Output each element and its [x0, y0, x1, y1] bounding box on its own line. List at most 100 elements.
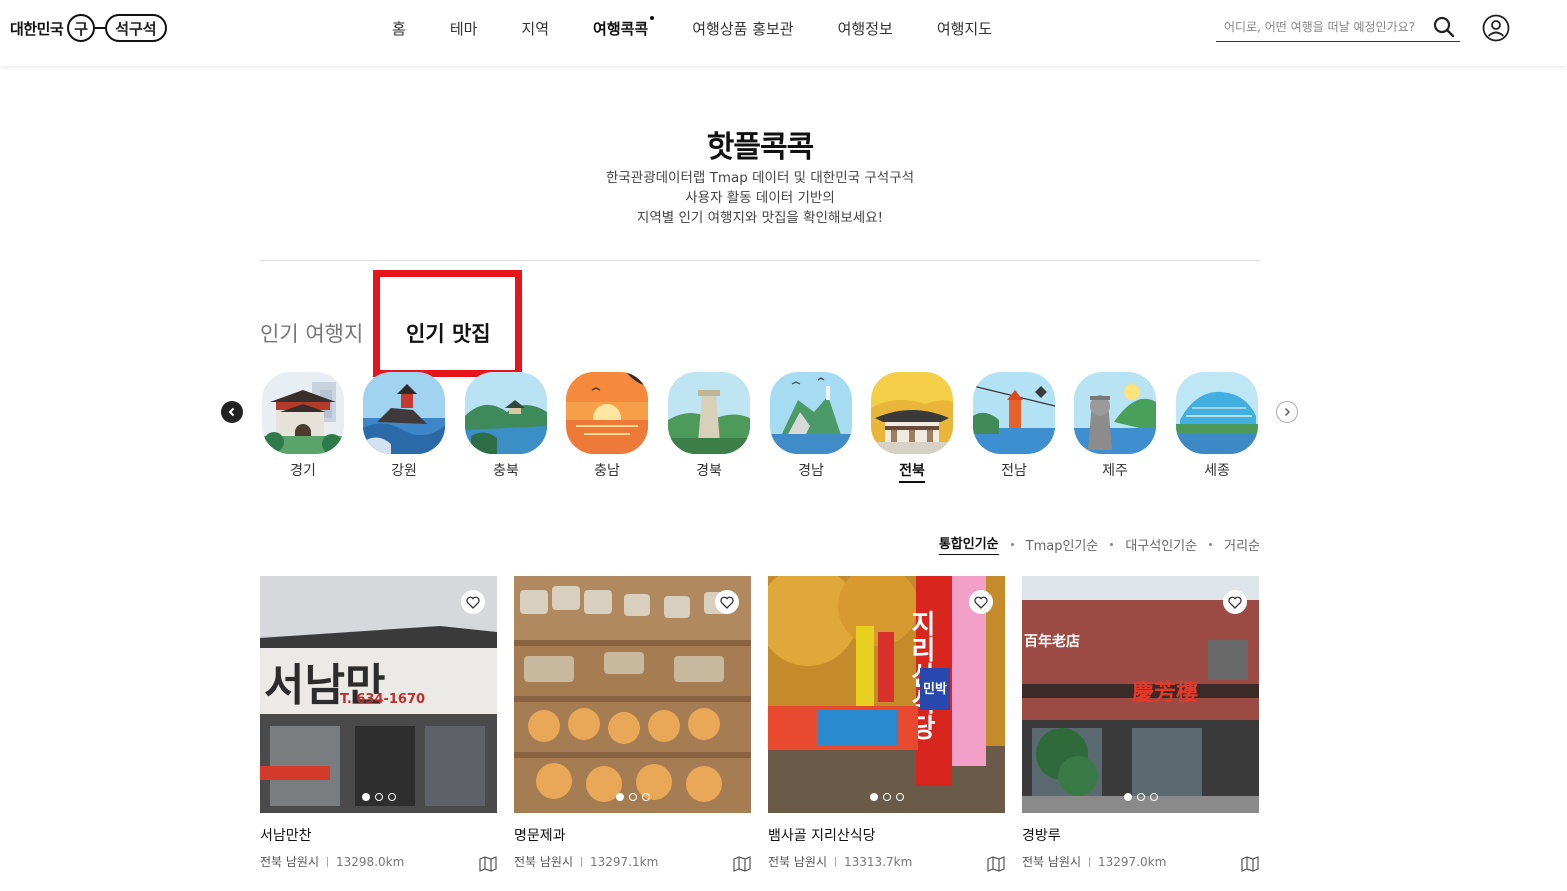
sort-site-popularity[interactable]: 대구석인기순 — [1125, 535, 1197, 554]
restaurant-distance: 13298.0km — [336, 854, 405, 869]
site-logo[interactable]: 대한민국 구 석구석 — [10, 12, 167, 44]
map-icon[interactable] — [733, 856, 751, 872]
meta-separator — [327, 856, 329, 867]
region-label: 충남 — [594, 463, 620, 479]
restaurant-card: 지리산식당 민박 뱀사골 지리산식당 전북 남원시 13313.7km — [768, 576, 1005, 872]
carousel-dot[interactable] — [1149, 793, 1158, 801]
carousel-dot[interactable] — [615, 793, 624, 801]
nav-item-region[interactable]: 지역 — [521, 18, 549, 39]
map-icon[interactable] — [987, 856, 1005, 872]
nav-item-home[interactable]: 홈 — [392, 18, 406, 39]
restaurant-card: 명문제과 전북 남원시 13297.1km — [514, 576, 751, 872]
region-item-chungnam[interactable]: 충남 — [566, 372, 648, 480]
region-prev-button[interactable] — [221, 401, 243, 423]
description-line: 사용자 활동 데이터 기반의 — [685, 190, 835, 206]
sort-distance[interactable]: 거리순 — [1224, 535, 1260, 554]
region-item-jeju[interactable]: 제주 — [1074, 372, 1156, 480]
favorite-button[interactable] — [461, 590, 485, 614]
nav-item-hotplace-label: 여행콕콕 — [593, 19, 649, 38]
logo-mark-pill: 석구석 — [105, 14, 167, 42]
description-line: 한국관광데이터랩 Tmap 데이터 및 대한민국 구석구석 — [605, 170, 915, 186]
description-line: 지역별 인기 여행지와 맛집을 확인해보세요! — [636, 210, 884, 226]
region-label: 전남 — [1001, 463, 1027, 479]
region-item-jeonbuk[interactable]: 전북 — [871, 372, 953, 483]
nav-item-promotion[interactable]: 여행상품 홍보관 — [692, 18, 793, 39]
region-label: 세종 — [1204, 463, 1230, 479]
restaurant-name[interactable]: 명문제과 — [514, 825, 751, 845]
restaurant-region: 전북 남원시 — [514, 855, 574, 869]
logo-mark: 구 석구석 — [67, 14, 167, 42]
section-divider — [260, 260, 1260, 261]
region-item-gyeongbuk[interactable]: 경북 — [668, 372, 750, 480]
restaurant-region: 전북 남원시 — [768, 855, 828, 869]
restaurant-card: 서남만 T. 634-1670 서남만찬 전북 남원시 13298.0km — [260, 576, 497, 872]
page-title: 핫플콕콕 — [706, 130, 814, 165]
restaurant-name[interactable]: 경방루 — [1022, 825, 1259, 845]
search-input[interactable] — [1216, 19, 1428, 34]
region-item-jeonnam[interactable]: 전남 — [973, 372, 1055, 480]
carousel-dot[interactable] — [628, 793, 637, 801]
carousel-dot[interactable] — [387, 793, 396, 801]
favorite-button[interactable] — [715, 590, 739, 614]
favorite-button[interactable] — [1223, 590, 1247, 614]
carousel-dot[interactable] — [895, 793, 904, 801]
region-jeju-image — [1074, 372, 1156, 454]
carousel-dot[interactable] — [361, 793, 370, 801]
restaurant-photo[interactable]: 百年老店 慶芳樓 — [1022, 576, 1259, 813]
meta-separator — [1089, 856, 1091, 867]
chevron-right-icon — [1285, 408, 1290, 416]
new-dot-indicator — [650, 15, 655, 20]
carousel-dot[interactable] — [882, 793, 891, 801]
carousel-dots — [768, 793, 1005, 801]
heart-icon — [466, 596, 480, 609]
carousel-dot[interactable] — [374, 793, 383, 801]
map-icon[interactable] — [1241, 856, 1259, 872]
nav-item-travel-info[interactable]: 여행정보 — [838, 18, 893, 39]
region-jeonnam-image — [973, 372, 1055, 454]
sort-integrated-popularity[interactable]: 통합인기순 — [938, 533, 999, 555]
user-icon[interactable] — [1482, 14, 1510, 42]
logo-mark-line — [95, 27, 106, 29]
restaurant-name[interactable]: 서남만찬 — [260, 825, 497, 845]
store-sub-sign-text: 민박 — [923, 681, 947, 697]
sort-separator — [1010, 542, 1014, 546]
carousel-dot[interactable] — [1123, 793, 1132, 801]
sort-separator — [1209, 542, 1213, 546]
carousel-dot[interactable] — [869, 793, 878, 801]
heart-icon — [974, 596, 988, 609]
restaurant-meta: 전북 남원시 13297.1km — [514, 853, 751, 872]
region-next-button[interactable] — [1276, 401, 1298, 423]
region-item-gangwon[interactable]: 강원 — [363, 372, 445, 480]
nav-item-hotplace[interactable]: 여행콕콕 — [593, 15, 655, 39]
region-item-gyeonggi[interactable]: 경기 — [262, 372, 344, 480]
restaurant-region: 전북 남원시 — [260, 855, 320, 869]
search-icon[interactable] — [1432, 15, 1456, 39]
region-item-chungbuk[interactable]: 충북 — [465, 372, 547, 480]
favorite-button[interactable] — [969, 590, 993, 614]
carousel-dots — [260, 793, 497, 801]
restaurant-photo[interactable] — [514, 576, 751, 813]
carousel-dots — [1022, 793, 1259, 801]
restaurant-region: 전북 남원시 — [1022, 855, 1082, 869]
region-gyeongbuk-image — [668, 372, 750, 454]
restaurant-photo[interactable]: 서남만 T. 634-1670 — [260, 576, 497, 813]
region-chungnam-image — [566, 372, 648, 454]
tab-popular-destinations[interactable]: 인기 여행지 — [260, 318, 363, 348]
sort-options: 통합인기순 Tmap인기순 대구석인기순 거리순 — [0, 533, 1260, 555]
nav-item-theme[interactable]: 테마 — [450, 18, 478, 39]
restaurant-name[interactable]: 뱀사골 지리산식당 — [768, 825, 1005, 845]
nav-item-travel-map[interactable]: 여행지도 — [937, 18, 992, 39]
carousel-dot[interactable] — [1136, 793, 1145, 801]
page-description: 한국관광데이터랩 Tmap 데이터 및 대한민국 구석구석 사용자 활동 데이터… — [0, 168, 1520, 228]
store-sub-sign-text: 百年老店 — [1024, 633, 1080, 650]
region-item-gyeongnam[interactable]: 경남 — [770, 372, 852, 480]
meta-separator — [835, 856, 837, 867]
region-label: 제주 — [1102, 463, 1128, 479]
restaurant-photo[interactable]: 지리산식당 민박 — [768, 576, 1005, 813]
carousel-dot[interactable] — [641, 793, 650, 801]
sort-tmap-popularity[interactable]: Tmap인기순 — [1026, 535, 1099, 554]
region-label: 전북 — [899, 463, 925, 483]
region-item-sejong[interactable]: 세종 — [1176, 372, 1258, 480]
region-jeonbuk-image — [871, 372, 953, 454]
map-icon[interactable] — [479, 856, 497, 872]
